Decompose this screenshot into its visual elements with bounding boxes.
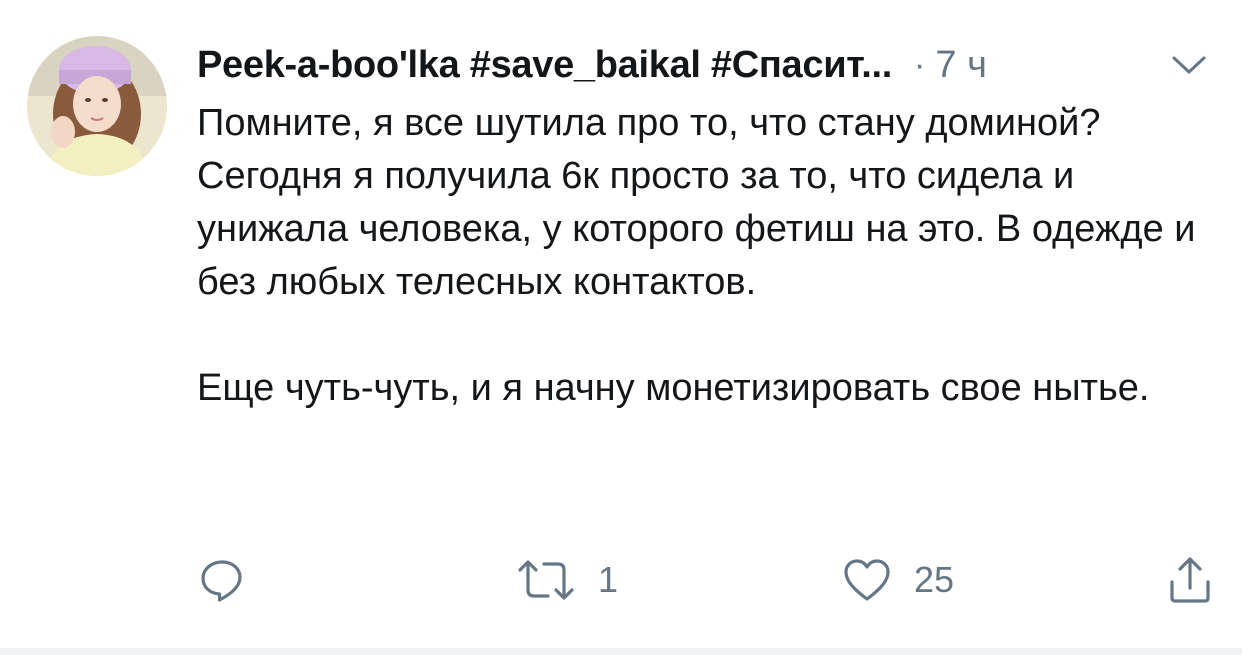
avatar[interactable] xyxy=(27,36,167,176)
tweet-paragraph: Еще чуть-чуть, и я начну монетизировать … xyxy=(197,367,1150,409)
tweet-header: Peek-a-boo'lka #save_baikal #Спасит... ·… xyxy=(197,36,1227,94)
retweet-button[interactable]: 1 xyxy=(516,545,618,615)
avatar-photo xyxy=(27,36,167,176)
retweet-count: 1 xyxy=(598,559,619,600)
tweet-card[interactable]: Peek-a-boo'lka #save_baikal #Спасит... ·… xyxy=(0,0,1242,648)
divider xyxy=(0,648,1242,655)
like-icon xyxy=(844,559,890,601)
reply-button[interactable] xyxy=(198,545,246,615)
author-name[interactable]: Peek-a-boo'lka #save_baikal #Спасит... xyxy=(197,44,892,87)
tweet-actions: 1 25 xyxy=(0,545,1242,615)
reply-icon xyxy=(201,560,242,602)
like-count: 25 xyxy=(914,559,955,600)
chevron-down-icon[interactable] xyxy=(1168,50,1210,80)
share-button[interactable] xyxy=(1166,545,1214,615)
retweet-icon xyxy=(518,560,574,600)
timestamp[interactable]: 7 ч xyxy=(935,44,987,87)
tweet-text: Помните, я все шутила про то, что стану … xyxy=(197,97,1197,415)
like-button[interactable]: 25 xyxy=(842,545,954,615)
share-icon xyxy=(1170,557,1210,603)
tweet-paragraph: Помните, я все шутила про то, что стану … xyxy=(197,102,1196,303)
separator-dot: · xyxy=(914,45,926,84)
